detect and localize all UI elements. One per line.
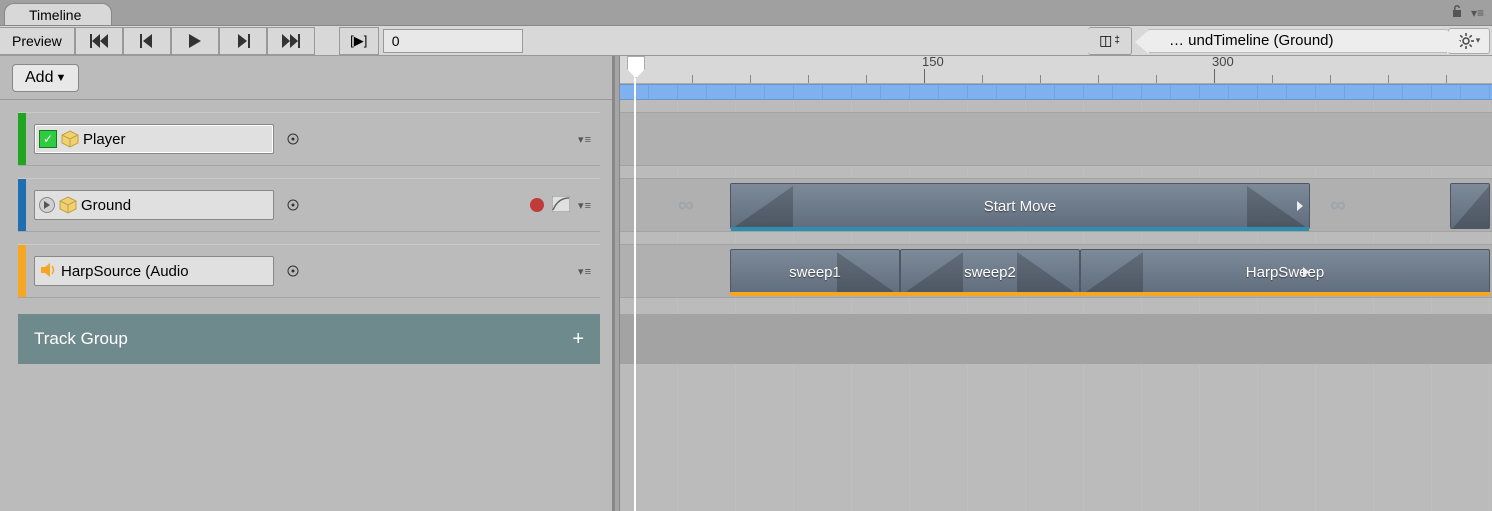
track-binding-field[interactable]: ✓ Player <box>34 124 274 154</box>
track-lane-harpsource[interactable]: sweep1 sweep2 HarpSweep <box>620 244 1492 298</box>
clip-sweep1[interactable]: sweep1 <box>730 249 900 295</box>
clip-fragment[interactable] <box>1450 183 1490 229</box>
ease-in-icon <box>1453 186 1489 228</box>
ruler-tick-label: 300 <box>1212 56 1234 69</box>
track-group-header[interactable]: Track Group + <box>18 314 600 364</box>
clip-sweep2[interactable]: sweep2 <box>900 249 1080 295</box>
ruler-tick <box>808 75 809 83</box>
ease-in-icon <box>733 186 793 228</box>
track-color-strip <box>18 245 26 297</box>
ease-in-icon <box>1083 252 1143 294</box>
ruler-tick <box>750 75 751 83</box>
object-picker-icon[interactable] <box>284 130 302 148</box>
add-button-label: Add <box>25 69 53 87</box>
preview-button[interactable]: Preview <box>0 27 75 55</box>
object-picker-icon[interactable] <box>284 262 302 280</box>
ruler-tick-label: 150 <box>922 56 944 69</box>
ruler-tick <box>924 69 925 83</box>
track-header-ground[interactable]: Ground ▾≡ <box>18 178 600 232</box>
time-ruler[interactable]: 0150300 <box>620 56 1492 84</box>
track-name-label: HarpSource (Audio <box>61 263 189 280</box>
ease-in-icon <box>903 252 963 294</box>
timeline-tab[interactable]: Timeline <box>4 3 112 25</box>
scrubber-band[interactable] <box>620 84 1492 100</box>
curves-icon[interactable] <box>552 196 570 215</box>
track-menu-icon[interactable]: ▾≡ <box>578 199 592 212</box>
track-lane-player[interactable] <box>620 112 1492 166</box>
ruler-tick <box>692 75 693 83</box>
ruler-tick <box>1040 75 1041 83</box>
clip-arrow-icon <box>1303 267 1309 277</box>
infinity-icon: ∞ <box>1330 192 1344 218</box>
ruler-tick <box>1214 69 1215 83</box>
clip-label: HarpSweep <box>1246 264 1324 281</box>
timeline-asset-breadcrumb[interactable]: … undTimeline (Ground) <box>1148 29 1448 53</box>
foldout-icon[interactable] <box>39 197 55 213</box>
ruler-tick <box>1098 75 1099 83</box>
lock-icon[interactable] <box>1451 4 1463 21</box>
track-name-label: Ground <box>81 197 131 214</box>
clip-label: sweep1 <box>789 264 841 281</box>
dropdown-arrow-icon: ▼ <box>55 72 66 84</box>
window-tab-bar: Timeline ▾≡ <box>0 0 1492 26</box>
track-lane-group[interactable] <box>620 314 1492 364</box>
gameobject-icon <box>59 196 77 214</box>
ease-out-icon <box>1017 252 1077 294</box>
gameobject-icon <box>61 130 79 148</box>
ruler-tick <box>1272 75 1273 83</box>
add-to-group-button[interactable]: + <box>572 328 584 351</box>
track-menu-icon[interactable]: ▾≡ <box>578 133 592 146</box>
clips-panel: 0150300 ∞ Start Move ∞ <box>620 56 1492 511</box>
context-menu-icon[interactable]: ▾≡ <box>1471 6 1484 20</box>
playback-toolbar: Preview [▶] 0 ◫‡ … undTimeline (Ground) … <box>0 26 1492 56</box>
track-header-panel: Add ▼ ✓ Player ▾≡ <box>0 56 614 511</box>
edit-mode-button[interactable]: ◫‡ <box>1088 27 1132 55</box>
ruler-tick <box>1388 75 1389 83</box>
track-binding-field[interactable]: HarpSource (Audio <box>34 256 274 286</box>
goto-end-button[interactable] <box>267 27 315 55</box>
add-track-button[interactable]: Add ▼ <box>12 64 79 92</box>
track-group-label: Track Group <box>34 329 128 349</box>
track-name-label: Player <box>83 131 126 148</box>
track-menu-icon[interactable]: ▾≡ <box>578 265 592 278</box>
goto-start-button[interactable] <box>75 27 123 55</box>
speaker-icon <box>39 261 57 282</box>
track-binding-field[interactable]: Ground <box>34 190 274 220</box>
object-picker-icon[interactable] <box>284 196 302 214</box>
track-header-player[interactable]: ✓ Player ▾≡ <box>18 112 600 166</box>
record-button[interactable] <box>530 198 544 212</box>
track-color-strip <box>18 113 26 165</box>
clip-underline <box>730 292 1490 296</box>
ease-out-icon <box>837 252 897 294</box>
track-color-strip <box>18 179 26 231</box>
track-lane-ground[interactable]: ∞ Start Move ∞ <box>620 178 1492 232</box>
clip-label: sweep2 <box>964 264 1016 281</box>
play-range-button[interactable]: [▶] <box>339 27 379 55</box>
ruler-tick <box>982 75 983 83</box>
prev-frame-button[interactable] <box>123 27 171 55</box>
clip-underline <box>731 227 1309 231</box>
playhead[interactable] <box>634 56 636 511</box>
clip-start-move[interactable]: Start Move <box>730 183 1310 229</box>
ruler-tick <box>866 75 867 83</box>
ruler-tick <box>1330 75 1331 83</box>
frame-field[interactable]: 0 <box>383 29 523 53</box>
checkbox-icon: ✓ <box>39 130 57 148</box>
track-header-harpsource[interactable]: HarpSource (Audio ▾≡ <box>18 244 600 298</box>
infinity-icon: ∞ <box>678 192 692 218</box>
asset-name-label: … undTimeline (Ground) <box>1169 32 1334 49</box>
next-frame-button[interactable] <box>219 27 267 55</box>
ruler-tick <box>1446 75 1447 83</box>
clip-harpsweep[interactable]: HarpSweep <box>1080 249 1490 295</box>
ruler-tick <box>1156 75 1157 83</box>
play-button[interactable] <box>171 27 219 55</box>
clip-label: Start Move <box>984 198 1057 215</box>
clip-arrow-icon <box>1297 201 1303 211</box>
